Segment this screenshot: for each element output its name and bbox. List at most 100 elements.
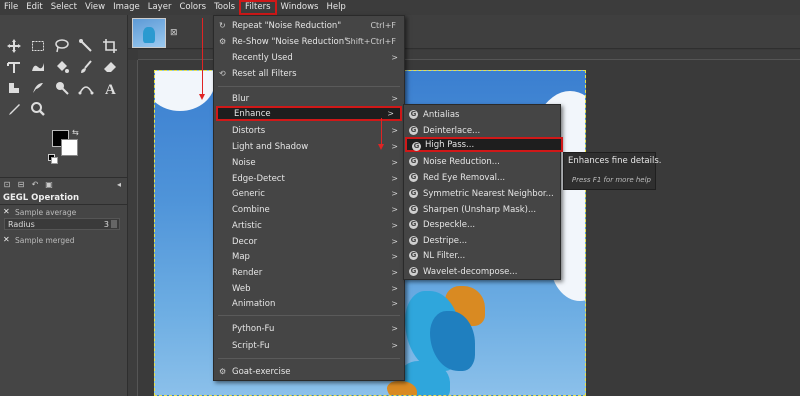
menu-item-light-and-shadow[interactable]: Light and Shadow > — [214, 139, 404, 154]
checkbox-icon[interactable]: ✕ — [3, 236, 11, 244]
menu-layer[interactable]: Layer — [144, 0, 176, 15]
submenu-item-red-eye-removal[interactable]: G Red Eye Removal... — [404, 170, 560, 185]
radius-field[interactable]: Radius 3 — [4, 218, 120, 230]
svg-text:A: A — [105, 82, 116, 96]
menu-item-web[interactable]: Web > — [214, 281, 404, 296]
menu-item-label: Decor — [232, 236, 258, 247]
submenu-item-despeckle[interactable]: G Despeckle... — [404, 217, 560, 232]
menu-item-script-fu[interactable]: Script-Fu > — [214, 338, 404, 353]
path-icon[interactable] — [74, 77, 98, 98]
menu-item-python-fu[interactable]: Python-Fu > — [214, 321, 404, 336]
background-color[interactable] — [61, 139, 78, 156]
move-icon[interactable] — [2, 35, 26, 56]
lasso-icon[interactable] — [50, 35, 74, 56]
sample-merged-option[interactable]: ✕ Sample merged — [0, 234, 128, 246]
menu-item-combine[interactable]: Combine > — [214, 202, 404, 217]
dodge-icon[interactable] — [50, 77, 74, 98]
rect-select-icon[interactable] — [26, 35, 50, 56]
cloud — [155, 71, 215, 111]
color-swatches: ⇆ — [48, 128, 84, 170]
menu-item-label: Blur — [232, 93, 250, 104]
checkbox-icon[interactable]: ✕ — [3, 208, 11, 216]
menu-item-artistic[interactable]: Artistic > — [214, 218, 404, 233]
submenu-item-antialias[interactable]: G Antialias — [404, 107, 560, 122]
gegl-icon: G — [409, 173, 418, 182]
radius-spinner[interactable] — [111, 220, 117, 228]
images-tab-icon[interactable]: ▣ — [44, 180, 54, 190]
menu-item-blur[interactable]: Blur > — [214, 91, 404, 106]
menu-filters[interactable]: Filters — [239, 0, 277, 15]
menubar: File Edit Select View Image Layer Colors… — [0, 0, 800, 15]
menu-item-map[interactable]: Map > — [214, 249, 404, 264]
reshow-icon: ⚙ — [219, 37, 227, 46]
swap-colors-icon[interactable]: ⇆ — [72, 128, 79, 137]
submenu-item-wavelet-decompose[interactable]: G Wavelet-decompose... — [404, 264, 560, 279]
menu-item-enhance[interactable]: Enhance > — [216, 106, 402, 121]
menu-item-label: Web — [232, 283, 251, 294]
filters-menu: ↻ Repeat "Noise Reduction" Ctrl+F ⚙ Re-S… — [213, 15, 405, 381]
gegl-icon: G — [409, 220, 418, 229]
menu-item-label: Recently Used — [232, 52, 293, 63]
submenu-item-destripe[interactable]: G Destripe... — [404, 233, 560, 248]
menu-item-reshow[interactable]: ⚙ Re-Show "Noise Reduction" Shift+Ctrl+F — [214, 34, 404, 49]
menu-item-generic[interactable]: Generic > — [214, 186, 404, 201]
menu-view[interactable]: View — [81, 0, 109, 15]
undo-history-tab-icon[interactable]: ↶ — [30, 180, 40, 190]
image-thumbnail[interactable] — [132, 18, 166, 48]
chevron-right-icon: > — [391, 284, 398, 293]
menu-item-edge-detect[interactable]: Edge-Detect > — [214, 171, 404, 186]
radius-label: Radius — [8, 219, 35, 229]
gegl-icon: G — [409, 126, 418, 135]
dock-menu-icon[interactable]: ◂ — [114, 180, 124, 190]
bucket-fill-icon[interactable] — [50, 56, 74, 77]
chevron-right-icon: > — [391, 94, 398, 103]
submenu-item-deinterlace[interactable]: G Deinterlace... — [404, 123, 560, 138]
transform-icon[interactable] — [2, 56, 26, 77]
radius-value[interactable]: 3 — [104, 220, 109, 229]
menu-windows[interactable]: Windows — [277, 0, 323, 15]
tool-options-tab-icon[interactable]: ⊡ — [2, 180, 12, 190]
submenu-item-sharpen[interactable]: G Sharpen (Unsharp Mask)... — [404, 202, 560, 217]
menu-item-label: Animation — [232, 298, 276, 309]
menu-item-render[interactable]: Render > — [214, 265, 404, 280]
submenu-item-label: Sharpen (Unsharp Mask)... — [423, 204, 537, 215]
submenu-item-high-pass[interactable]: G High Pass... — [405, 137, 563, 152]
eraser-icon[interactable] — [98, 56, 122, 77]
menu-help[interactable]: Help — [322, 0, 349, 15]
menu-tools[interactable]: Tools — [210, 0, 239, 15]
close-image-icon[interactable]: ⊠ — [170, 28, 178, 38]
clone-icon[interactable] — [2, 77, 26, 98]
color-picker-icon[interactable] — [2, 98, 26, 119]
tool-grid: A — [2, 35, 126, 119]
menu-item-label: Re-Show "Noise Reduction" — [232, 36, 349, 47]
reset-colors-icon[interactable] — [48, 154, 58, 164]
repeat-icon: ↻ — [219, 21, 226, 30]
submenu-item-noise-reduction[interactable]: G Noise Reduction... — [404, 154, 560, 169]
menu-image[interactable]: Image — [109, 0, 144, 15]
menu-item-recently-used[interactable]: Recently Used > — [214, 50, 404, 65]
text-icon[interactable]: A — [98, 77, 122, 98]
submenu-item-label: Deinterlace... — [423, 125, 481, 136]
menu-item-distorts[interactable]: Distorts > — [214, 123, 404, 138]
menu-item-decor[interactable]: Decor > — [214, 234, 404, 249]
submenu-item-nl-filter[interactable]: G NL Filter... — [404, 248, 560, 263]
warp-icon[interactable] — [26, 56, 50, 77]
menu-item-repeat[interactable]: ↻ Repeat "Noise Reduction" Ctrl+F — [214, 18, 404, 33]
menu-file[interactable]: File — [0, 0, 22, 15]
menu-select[interactable]: Select — [47, 0, 81, 15]
paintbrush-icon[interactable] — [74, 56, 98, 77]
menu-item-animation[interactable]: Animation > — [214, 296, 404, 311]
menu-colors[interactable]: Colors — [175, 0, 210, 15]
zoom-icon[interactable] — [26, 98, 50, 119]
fuzzy-select-icon[interactable] — [74, 35, 98, 56]
sample-average-option[interactable]: ✕ Sample average — [0, 206, 128, 218]
submenu-item-symmetric-nearest-neighbor[interactable]: G Symmetric Nearest Neighbor... — [404, 186, 560, 201]
smudge-icon[interactable] — [26, 77, 50, 98]
menu-edit[interactable]: Edit — [22, 0, 46, 15]
device-status-tab-icon[interactable]: ⊟ — [16, 180, 26, 190]
menu-item-noise[interactable]: Noise > — [214, 155, 404, 170]
menu-item-label: Reset all Filters — [232, 68, 297, 79]
menu-item-goat-exercise[interactable]: ⚙ Goat-exercise — [214, 364, 404, 379]
menu-item-reset-filters[interactable]: ⟲ Reset all Filters — [214, 66, 404, 81]
crop-icon[interactable] — [98, 35, 122, 56]
